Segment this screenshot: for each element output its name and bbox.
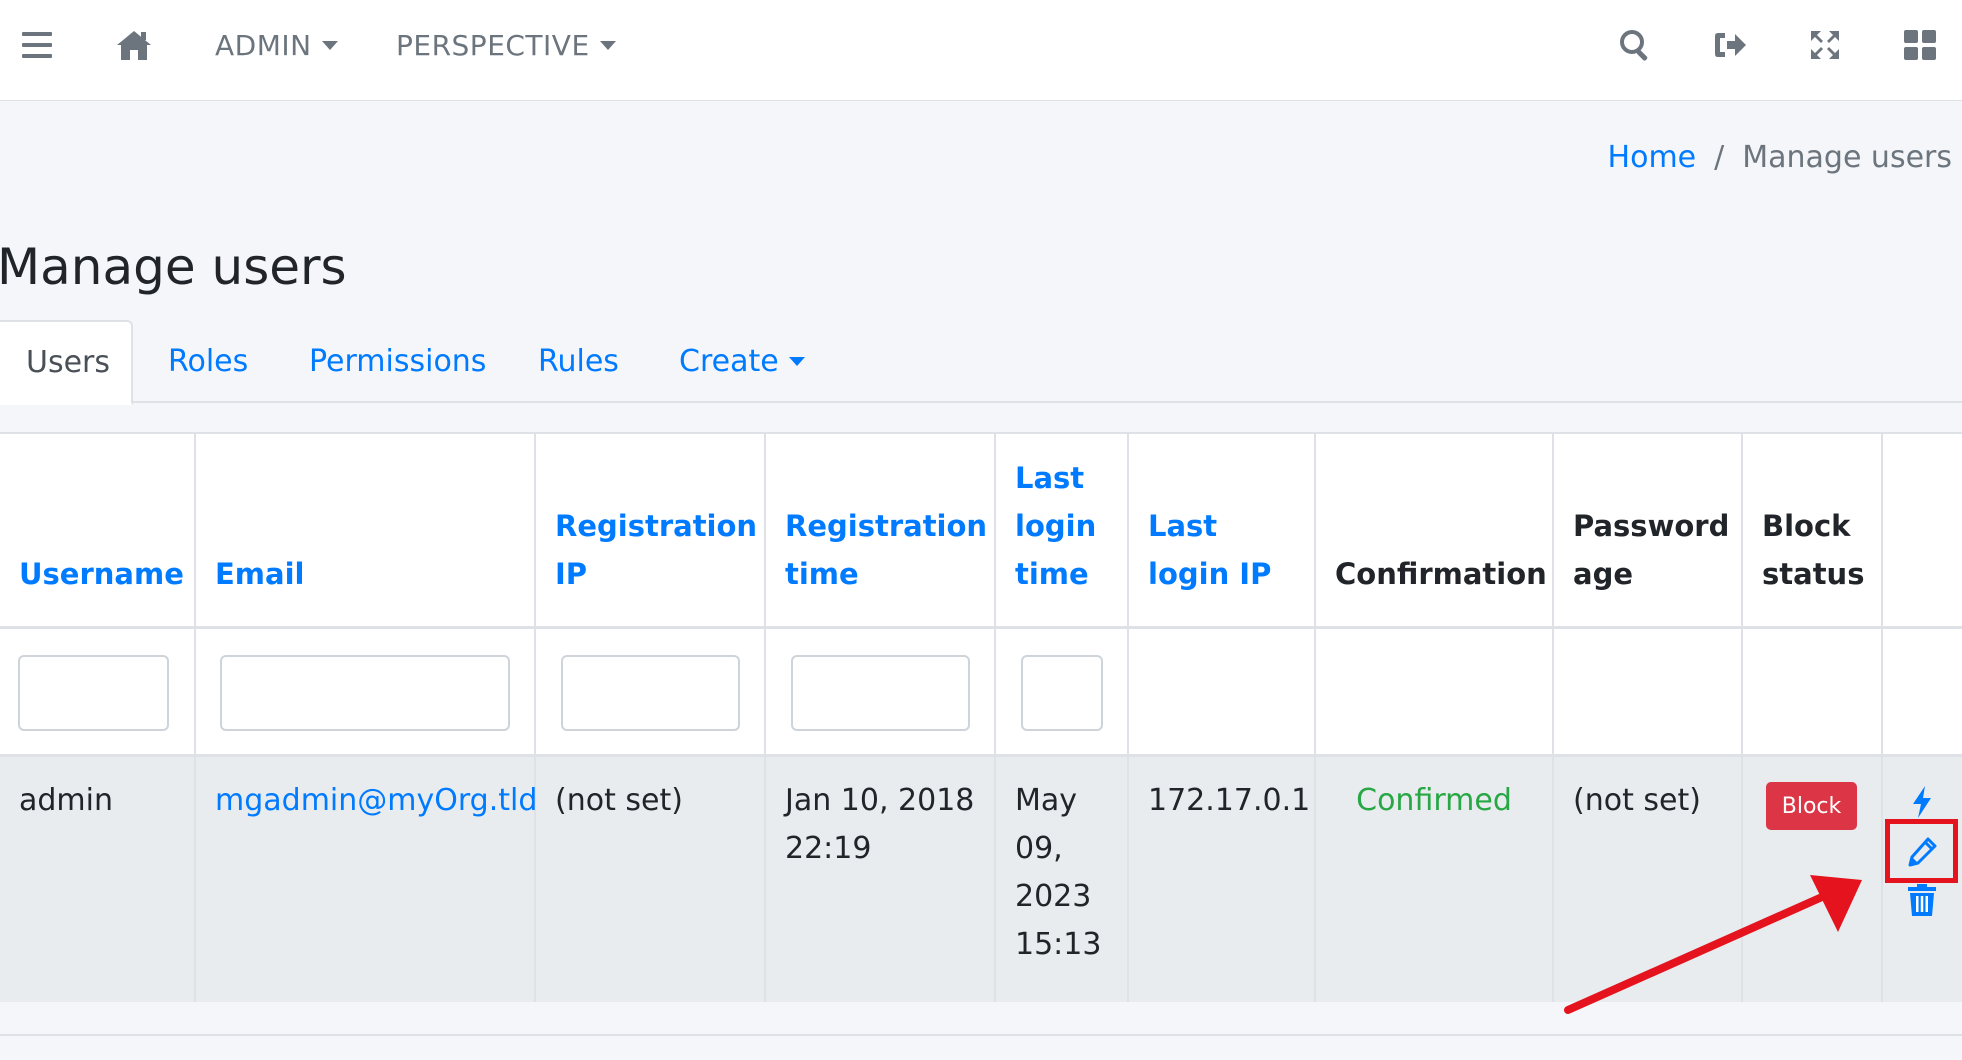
header-text: status	[1762, 557, 1865, 591]
header-text: age	[1573, 557, 1633, 591]
header-text: login	[1015, 509, 1097, 543]
header-text: Last	[1015, 461, 1085, 495]
last-login-ip-value: 172.17.0.1	[1148, 783, 1311, 818]
header-text: Last	[1148, 509, 1218, 543]
column-header-registration-time[interactable]: Registration time	[766, 434, 996, 629]
cell-registration-ip: (not set)	[536, 757, 766, 1002]
filter-cell	[766, 629, 996, 757]
tab-create-label: Create	[679, 344, 779, 379]
registration-time-clock: 22:19	[785, 831, 872, 866]
chevron-down-icon	[599, 40, 616, 50]
header-text: Password	[1573, 509, 1730, 543]
tab-rules[interactable]: Rules	[538, 320, 619, 403]
tab-users-label: Users	[26, 345, 111, 380]
column-header-actions	[1883, 434, 1962, 629]
tab-roles-label: Roles	[168, 344, 249, 379]
last-login-month: May	[1015, 783, 1078, 818]
password-age-value: (not set)	[1573, 783, 1701, 818]
annotation-arrow-icon	[1564, 875, 1862, 1014]
cell-last-login-time: May 09, 2023 15:13	[996, 757, 1129, 1002]
last-login-year: 2023	[1015, 879, 1092, 914]
filter-registration-ip-input[interactable]	[561, 655, 740, 731]
breadcrumb-current: Manage users	[1742, 140, 1952, 175]
perspective-dropdown[interactable]: PERSPECTIVE	[396, 24, 616, 66]
sign-out-icon[interactable]	[1705, 20, 1755, 70]
tab-permissions-label: Permissions	[309, 344, 487, 379]
column-header-username[interactable]: Username	[0, 434, 196, 629]
column-header-block-status: Block status	[1743, 434, 1883, 629]
filter-cell	[1554, 629, 1743, 757]
header-text: login IP	[1148, 557, 1272, 591]
filter-registration-time-input[interactable]	[791, 655, 970, 731]
last-login-day: 09,	[1015, 831, 1063, 866]
tab-users[interactable]: Users	[0, 320, 133, 405]
filter-cell	[1883, 629, 1962, 757]
filter-cell	[536, 629, 766, 757]
header-text: Registration	[555, 509, 758, 543]
breadcrumb: Home / Manage users	[1608, 140, 1952, 175]
filter-cell	[996, 629, 1129, 757]
header-text: Confirmation	[1335, 557, 1547, 591]
header-text: IP	[555, 557, 588, 591]
column-header-confirmation: Confirmation	[1316, 434, 1554, 629]
grid-icon[interactable]	[1895, 20, 1945, 70]
chevron-down-icon	[788, 357, 805, 366]
tab-create[interactable]: Create	[679, 320, 805, 403]
column-header-last-login-ip[interactable]: Last login IP	[1129, 434, 1316, 629]
filter-email-input[interactable]	[220, 655, 510, 731]
breadcrumb-separator: /	[1714, 140, 1725, 175]
top-navbar: ADMIN PERSPECTIVE	[0, 0, 1962, 101]
chevron-down-icon	[321, 40, 338, 50]
tab-roles[interactable]: Roles	[168, 320, 248, 403]
header-text: time	[1015, 557, 1089, 591]
menu-icon[interactable]	[12, 20, 62, 70]
column-header-registration-ip[interactable]: Registration IP	[536, 434, 766, 629]
divider	[0, 1034, 1962, 1036]
header-text: time	[785, 557, 859, 591]
tab-bar: Users Roles Permissions Rules Create	[0, 320, 1962, 405]
page-title: Manage users	[0, 238, 347, 296]
cell-email: mgadmin@myOrg.tld	[196, 757, 537, 1002]
filter-cell	[1743, 629, 1883, 757]
expand-icon[interactable]	[1800, 20, 1850, 70]
bolt-icon[interactable]	[1907, 783, 1937, 821]
filter-cell	[1316, 629, 1554, 757]
filter-last-login-time-input[interactable]	[1021, 655, 1103, 731]
block-user-button[interactable]: Block	[1766, 782, 1857, 830]
registration-time-date: Jan 10, 2018	[785, 783, 975, 818]
trash-icon[interactable]	[1905, 882, 1939, 918]
email-link[interactable]: mgadmin@myOrg.tld	[215, 783, 537, 818]
filter-username-input[interactable]	[18, 655, 169, 731]
cell-registration-time: Jan 10, 2018 22:19	[766, 757, 996, 1002]
filter-cell	[1129, 629, 1316, 757]
cell-confirmation: Confirmed	[1316, 757, 1554, 1002]
tab-permissions[interactable]: Permissions	[309, 320, 486, 403]
admin-dropdown-label: ADMIN	[215, 28, 312, 62]
cell-username: admin	[0, 757, 196, 1002]
last-login-clock: 15:13	[1015, 927, 1102, 962]
tab-rules-label: Rules	[538, 344, 619, 379]
breadcrumb-home-link[interactable]: Home	[1608, 140, 1697, 175]
column-header-last-login-time[interactable]: Last login time	[996, 434, 1129, 629]
filter-cell	[0, 629, 196, 757]
annotation-highlight-box	[1885, 819, 1958, 883]
header-text: Email	[215, 557, 305, 591]
username-value: admin	[19, 783, 113, 818]
search-icon[interactable]	[1610, 20, 1660, 70]
admin-dropdown[interactable]: ADMIN	[215, 24, 338, 66]
filter-cell	[196, 629, 536, 757]
column-header-password-age: Password age	[1554, 434, 1743, 629]
registration-ip-value: (not set)	[555, 783, 683, 818]
header-text: Block	[1762, 509, 1851, 543]
home-icon[interactable]	[109, 20, 159, 70]
header-text: Registration	[785, 509, 988, 543]
perspective-dropdown-label: PERSPECTIVE	[396, 28, 590, 62]
confirmation-status: Confirmed	[1356, 783, 1512, 818]
cell-last-login-ip: 172.17.0.1	[1129, 757, 1316, 1002]
column-header-email[interactable]: Email	[196, 434, 536, 629]
header-text: Username	[19, 557, 184, 591]
